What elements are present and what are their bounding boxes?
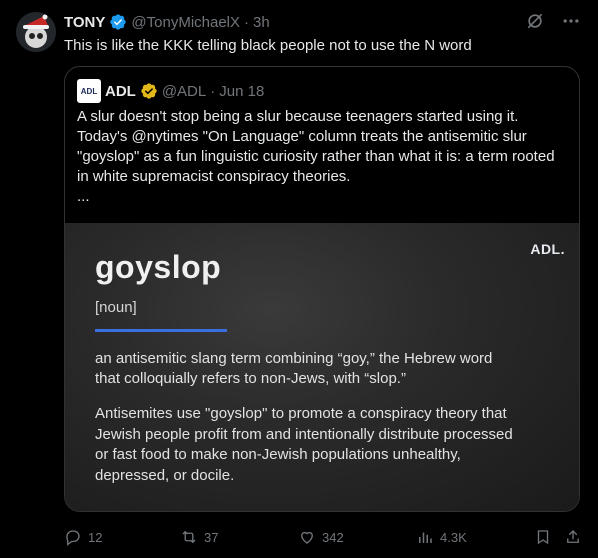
card-definition: an antisemitic slang term combining “goy… xyxy=(95,350,493,387)
more-options-icon[interactable] xyxy=(560,10,582,32)
quoted-author-handle: @ADL xyxy=(161,82,207,100)
show-more-ellipsis: ... xyxy=(77,188,90,205)
reply-icon xyxy=(66,530,80,546)
like-button[interactable]: 342 xyxy=(298,524,344,550)
verified-badge-icon xyxy=(109,13,127,31)
tweet-text: This is like the KKK telling black peopl… xyxy=(64,37,472,54)
like-count: 342 xyxy=(322,529,344,545)
grok-icon[interactable] xyxy=(524,10,546,32)
reply-count: 12 xyxy=(88,529,103,545)
tweet-action-bar: 12 37 342 4.3K xyxy=(64,524,582,550)
quoted-tweet-header: ADL ADL @ADL · Jun 18 xyxy=(77,79,264,103)
quoted-author-avatar: ADL xyxy=(77,79,101,103)
verified-org-badge-icon xyxy=(140,82,158,100)
quoted-tweet-text: A slur doesn't stop being a slur because… xyxy=(77,108,555,185)
reply-button[interactable]: 12 xyxy=(64,524,102,550)
repost-button[interactable]: 37 xyxy=(180,524,218,550)
author-name[interactable]: TONY xyxy=(64,14,105,31)
quoted-tweet[interactable]: ADL ADL @ADL · Jun 18 A slur doesn't sto… xyxy=(64,66,580,512)
views-button[interactable]: 4.3K xyxy=(416,524,467,550)
card-part-of-speech: [noun] xyxy=(95,299,137,316)
tweet-timestamp[interactable]: 3h xyxy=(253,14,270,31)
card-brand-logo: ADL. xyxy=(530,241,565,257)
views-count: 4.3K xyxy=(440,529,467,545)
quoted-author-name: ADL xyxy=(105,82,136,100)
tweet-header: TONY @TonyMichaelX · 3h xyxy=(64,12,270,32)
quoted-tweet-timestamp: Jun 18 xyxy=(219,82,265,100)
heart-icon xyxy=(301,531,313,544)
tweet-top-actions xyxy=(524,10,582,32)
quoted-tweet-text-block: A slur doesn't stop being a slur because… xyxy=(77,107,569,207)
share-button[interactable] xyxy=(564,524,582,550)
card-headword: goyslop xyxy=(95,249,222,285)
author-handle[interactable]: @TonyMichaelX xyxy=(131,14,240,31)
bookmark-button[interactable] xyxy=(534,524,552,550)
repost-icon xyxy=(182,530,196,544)
avatar-image xyxy=(16,12,56,52)
separator-dot: · xyxy=(244,13,250,31)
quoted-media-image[interactable]: ADL. goyslop [noun] an antisemitic slang… xyxy=(65,223,579,511)
share-icon xyxy=(567,530,579,543)
author-avatar[interactable] xyxy=(16,12,56,52)
repost-count: 37 xyxy=(204,529,219,545)
views-chart-icon xyxy=(419,532,432,543)
card-description: Antisemites use "goyslop" to promote a c… xyxy=(95,405,513,484)
card-accent-rule xyxy=(95,329,227,332)
bookmark-icon xyxy=(537,530,549,545)
separator-dot: · xyxy=(210,82,216,100)
